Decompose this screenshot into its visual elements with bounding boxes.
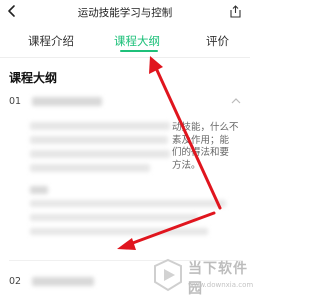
arrow-to-content <box>128 211 216 246</box>
annotation-arrows <box>117 56 222 250</box>
arrow-to-outline-tab <box>154 66 222 210</box>
arrowhead-icon <box>117 238 136 250</box>
